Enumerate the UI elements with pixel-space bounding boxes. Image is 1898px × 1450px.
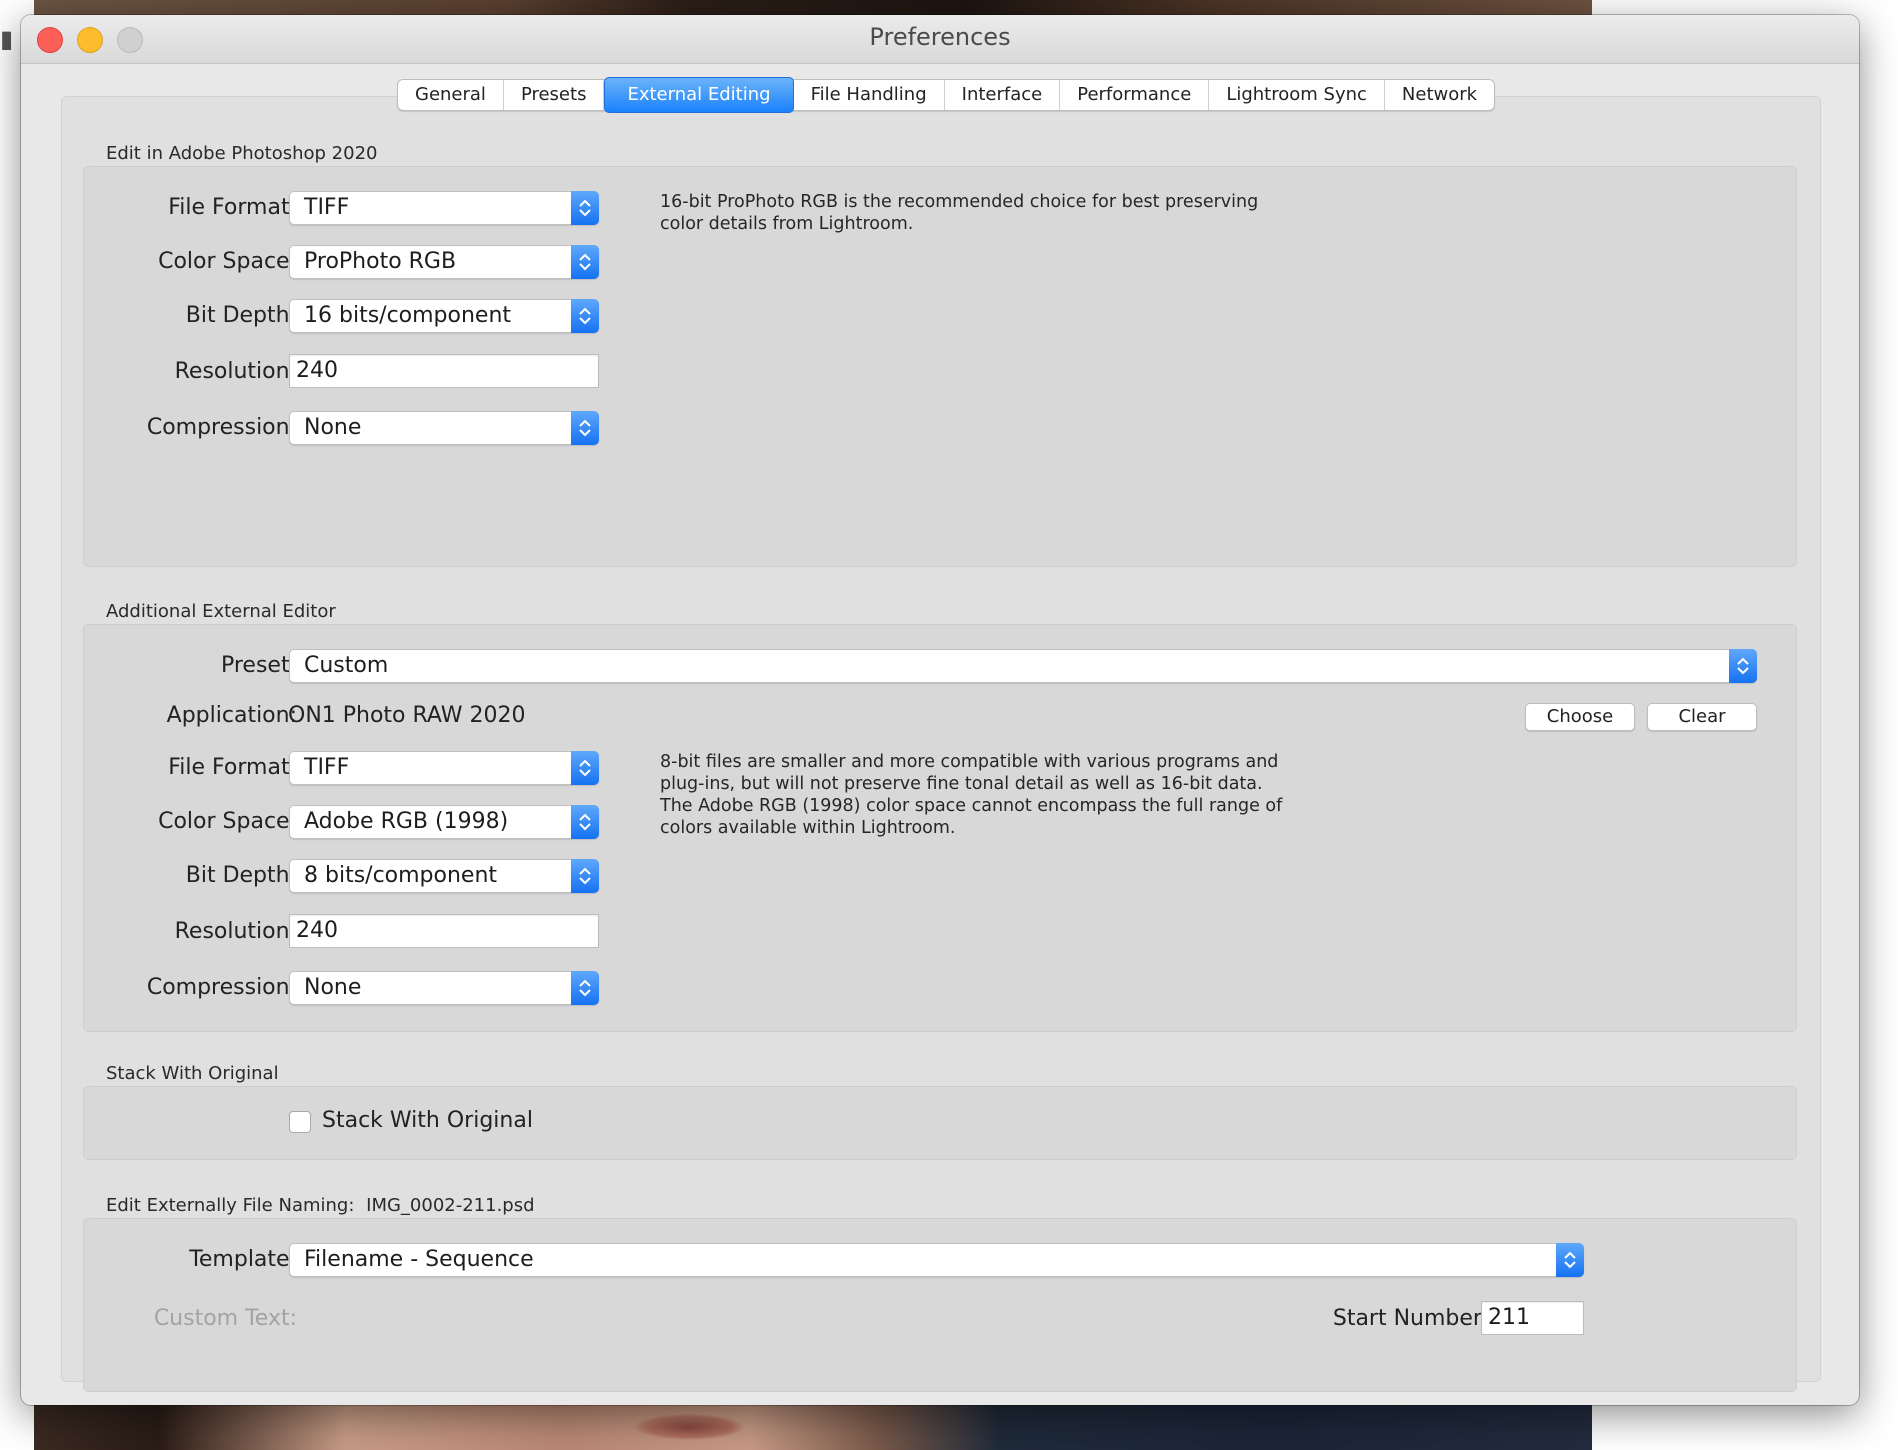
ext-file-format-select[interactable]: TIFF: [289, 751, 599, 785]
window-title: Preferences: [869, 23, 1011, 51]
ps-resolution-field[interactable]: 240: [289, 354, 599, 388]
ext-compression-value: None: [304, 975, 362, 1000]
ext-color-space-select[interactable]: Adobe RGB (1998): [289, 805, 599, 839]
ext-bit-depth-value: 8 bits/component: [304, 863, 498, 888]
ps-compression-select[interactable]: None: [289, 411, 599, 445]
ext-bit-depth-label: Bit Depth:: [185, 863, 297, 888]
ext-file-format-value: TIFF: [304, 755, 350, 780]
preferences-window: Preferences General Presets External Edi…: [21, 15, 1859, 1405]
ext-color-space-label: Color Space:: [158, 809, 297, 834]
ext-resolution-label: Resolution:: [174, 919, 297, 944]
template-select[interactable]: Filename - Sequence: [289, 1243, 1584, 1277]
start-number-value: 211: [1488, 1305, 1530, 1330]
ext-compression-select[interactable]: None: [289, 971, 599, 1005]
ps-bit-depth-select[interactable]: 16 bits/component: [289, 299, 599, 333]
tab-presets[interactable]: Presets: [504, 80, 605, 110]
ext-color-space-value: Adobe RGB (1998): [304, 809, 509, 834]
start-number-label: Start Number:: [1332, 1306, 1489, 1331]
chevron-updown-icon: [571, 805, 599, 839]
ext-bit-depth-select[interactable]: 8 bits/component: [289, 859, 599, 893]
preset-select[interactable]: Custom: [289, 649, 1757, 683]
chevron-updown-icon: [1729, 649, 1757, 683]
ps-bit-depth-label: Bit Depth:: [185, 303, 297, 328]
start-number-field[interactable]: 211: [1481, 1301, 1584, 1335]
ext-resolution-value: 240: [296, 918, 338, 943]
ps-resolution-value: 240: [296, 358, 338, 383]
ps-resolution-label: Resolution:: [174, 359, 297, 384]
naming-section-title: Edit Externally File Naming: IMG_0002-21…: [106, 1195, 535, 1216]
application-value: ON1 Photo RAW 2020: [288, 703, 526, 728]
chevron-updown-icon: [571, 191, 599, 225]
ps-color-space-value: ProPhoto RGB: [304, 249, 457, 274]
tab-general[interactable]: General: [398, 80, 504, 110]
template-value: Filename - Sequence: [304, 1247, 534, 1272]
custom-text-label: Custom Text:: [153, 1306, 297, 1331]
ps-color-space-select[interactable]: ProPhoto RGB: [289, 245, 599, 279]
tab-performance[interactable]: Performance: [1060, 80, 1210, 110]
ps-file-format-label: File Format:: [168, 195, 297, 220]
ps-compression-label: Compression:: [146, 415, 297, 440]
ext-resolution-field[interactable]: 240: [289, 914, 599, 948]
stack-with-original-checkbox[interactable]: [289, 1111, 311, 1133]
preset-value: Custom: [304, 653, 389, 678]
ps-bit-depth-value: 16 bits/component: [304, 303, 512, 328]
naming-example: IMG_0002-211.psd: [366, 1195, 535, 1216]
choose-button[interactable]: Choose: [1525, 703, 1635, 731]
tab-bar: General Presets External Editing File Ha…: [397, 77, 1496, 113]
ext-bit-depth-note: 8-bit files are smaller and more compati…: [660, 752, 1283, 838]
preset-label: Preset:: [220, 653, 297, 678]
application-label: Application:: [166, 703, 297, 728]
ps-color-space-label: Color Space:: [158, 249, 297, 274]
clear-button[interactable]: Clear: [1647, 703, 1757, 731]
stack-section-title: Stack With Original: [106, 1063, 279, 1084]
ext-compression-label: Compression:: [146, 975, 297, 1000]
background-app-edge: ▮: [0, 25, 14, 53]
chevron-updown-icon: [571, 859, 599, 893]
tab-lightroom-sync[interactable]: Lightroom Sync: [1209, 80, 1385, 110]
chevron-updown-icon: [571, 971, 599, 1005]
ps-recommendation-note: 16-bit ProPhoto RGB is the recommended c…: [660, 192, 1259, 234]
tab-network[interactable]: Network: [1385, 80, 1494, 110]
ps-file-format-select[interactable]: TIFF: [289, 191, 599, 225]
chevron-updown-icon: [571, 299, 599, 333]
tab-external-editing[interactable]: External Editing: [604, 77, 794, 113]
background-photo-bottom: [34, 1400, 1592, 1450]
chevron-updown-icon: [1556, 1243, 1584, 1277]
title-bar[interactable]: Preferences: [21, 15, 1859, 64]
naming-section-label: Edit Externally File Naming:: [106, 1195, 355, 1216]
chevron-updown-icon: [571, 411, 599, 445]
tab-file-handling[interactable]: File Handling: [794, 80, 945, 110]
template-label: Template:: [189, 1247, 297, 1272]
ext-file-format-label: File Format:: [168, 755, 297, 780]
ps-compression-value: None: [304, 415, 362, 440]
chevron-updown-icon: [571, 751, 599, 785]
ps-file-format-value: TIFF: [304, 195, 350, 220]
stack-with-original-label[interactable]: Stack With Original: [322, 1108, 533, 1133]
chevron-updown-icon: [571, 245, 599, 279]
tab-interface[interactable]: Interface: [945, 80, 1061, 110]
photoshop-section-title: Edit in Adobe Photoshop 2020: [106, 143, 378, 164]
additional-section-title: Additional External Editor: [106, 601, 336, 622]
background-photo-detail: [634, 1414, 744, 1440]
